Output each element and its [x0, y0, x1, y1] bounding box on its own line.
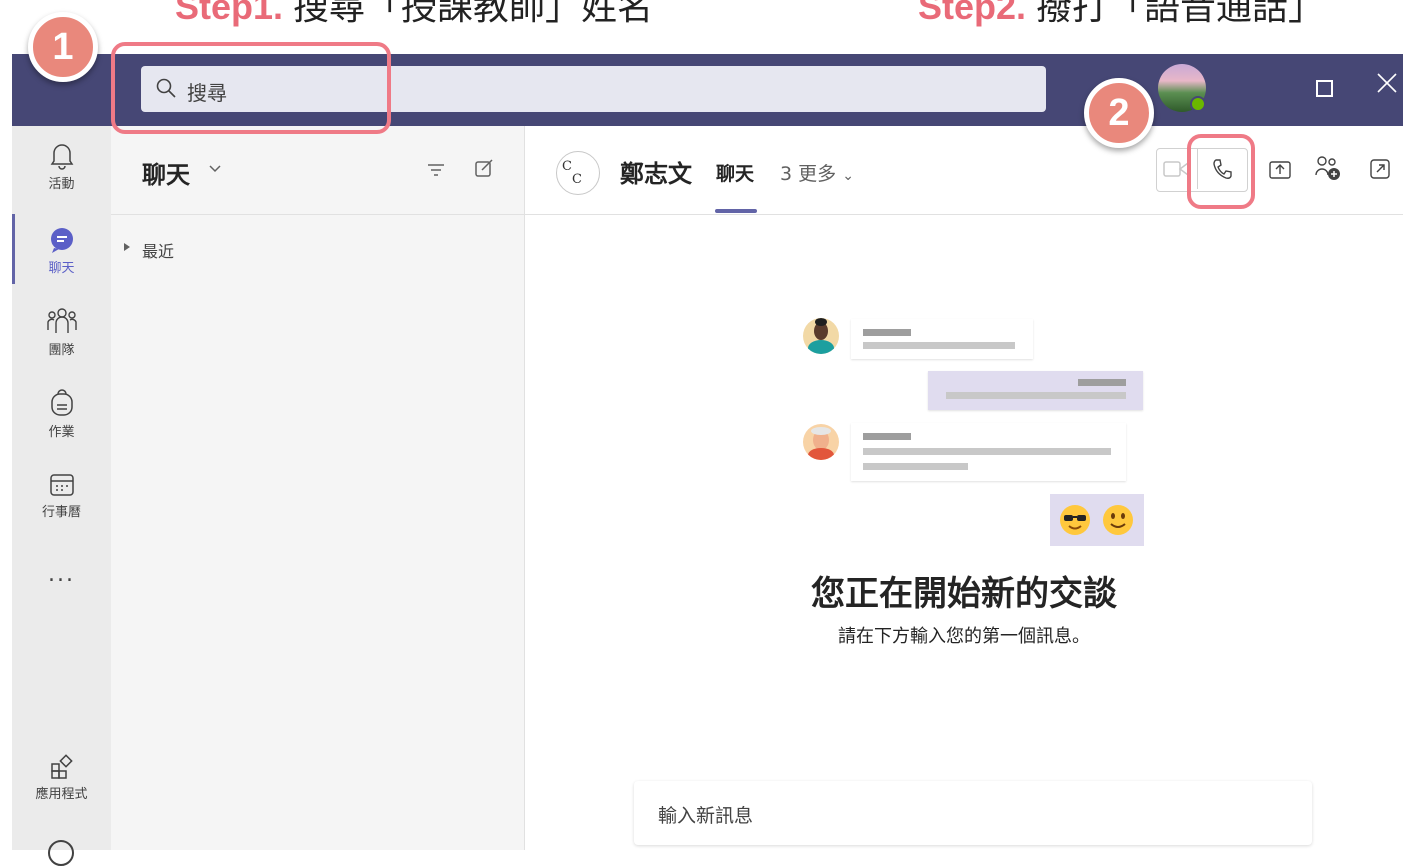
- backpack-icon: [50, 389, 73, 416]
- video-call-icon[interactable]: [1163, 160, 1189, 178]
- contact-avatar[interactable]: CC: [556, 151, 600, 195]
- active-tab-indicator: [715, 209, 757, 213]
- search-highlight-box: [111, 42, 391, 134]
- tab-more-label: 3 更多: [780, 163, 837, 185]
- rail-item-chat[interactable]: 聊天: [12, 226, 111, 276]
- pop-out-icon[interactable]: [1369, 158, 1391, 180]
- left-rail: 活動 聊天 團隊 作業 行事曆 ... 應用程式: [12, 126, 111, 866]
- rail-item-apps[interactable]: 應用程式: [12, 754, 111, 802]
- new-conversation-title: 您正在開始新的交談: [811, 574, 1117, 614]
- filter-icon[interactable]: [426, 162, 446, 178]
- more-apps-button[interactable]: ...: [12, 562, 111, 587]
- message-bubble: [851, 423, 1126, 481]
- apps-icon: [50, 754, 73, 779]
- pane-divider: [524, 126, 525, 850]
- call-highlight-box: [1187, 134, 1255, 209]
- new-chat-icon[interactable]: [474, 158, 494, 178]
- my-message-bubble: [928, 371, 1143, 410]
- help-icon[interactable]: [48, 840, 74, 866]
- rail-item-assignments[interactable]: 作業: [12, 388, 111, 440]
- chevron-down-icon: ⌄: [842, 168, 854, 184]
- caret-right-icon[interactable]: [123, 242, 131, 252]
- minimize-icon[interactable]: –: [1248, 16, 1260, 44]
- teams-icon: [46, 308, 77, 333]
- rail-label: 作業: [48, 425, 75, 440]
- participant-avatar: [803, 424, 839, 460]
- rail-item-teams[interactable]: 團隊: [12, 306, 111, 358]
- share-screen-icon[interactable]: [1268, 160, 1292, 180]
- step2-badge: 2: [1084, 78, 1154, 148]
- maximize-icon[interactable]: [1316, 80, 1333, 97]
- contact-name[interactable]: 鄭志文: [620, 154, 692, 189]
- rail-item-calendar[interactable]: 行事曆: [12, 472, 111, 520]
- rail-label: 聊天: [48, 261, 75, 276]
- chat-icon: [50, 228, 73, 253]
- message-bubble: [851, 319, 1033, 359]
- recent-section[interactable]: 最近: [142, 238, 174, 262]
- step1-text: 搜尋「授課教師」姓名: [293, 0, 654, 28]
- rail-label: 應用程式: [35, 787, 88, 802]
- chat-list-title[interactable]: 聊天: [142, 155, 190, 190]
- sunglasses-emoji-icon: [1060, 505, 1090, 535]
- step2-tag: Step2.: [918, 0, 1027, 27]
- step1-caption: Step1. 搜尋「授課教師」姓名: [175, 0, 653, 30]
- step2-caption: Step2. 撥打「語音通話」: [918, 0, 1324, 30]
- calendar-icon: [49, 474, 74, 496]
- emoji-bubble: [1050, 494, 1144, 546]
- tab-more[interactable]: 3 更多 ⌄: [780, 159, 854, 186]
- compose-placeholder: 輸入新訊息: [658, 805, 754, 827]
- rail-label: 活動: [48, 177, 75, 192]
- close-icon[interactable]: [1376, 72, 1398, 100]
- new-conversation-subtitle: 請在下方輸入您的第一個訊息。: [838, 626, 1090, 647]
- rail-item-activity[interactable]: 活動: [12, 142, 111, 192]
- step1-tag: Step1.: [175, 0, 284, 27]
- more-icon: ...: [48, 562, 75, 587]
- rail-label: 行事曆: [41, 505, 81, 520]
- bell-icon: [50, 144, 73, 170]
- smile-emoji-icon: [1103, 505, 1133, 535]
- add-people-icon[interactable]: [1314, 155, 1342, 181]
- tab-chat[interactable]: 聊天: [716, 159, 754, 186]
- step2-text: 撥打「語音通話」: [1036, 0, 1325, 28]
- rail-label: 團隊: [48, 343, 75, 358]
- participant-avatar: [803, 318, 839, 354]
- chat-list-pane: [111, 126, 524, 850]
- chevron-down-icon[interactable]: [208, 164, 222, 174]
- compose-message-input[interactable]: 輸入新訊息: [634, 781, 1312, 845]
- presence-available-icon: [1190, 96, 1206, 112]
- step1-badge: 1: [28, 12, 98, 82]
